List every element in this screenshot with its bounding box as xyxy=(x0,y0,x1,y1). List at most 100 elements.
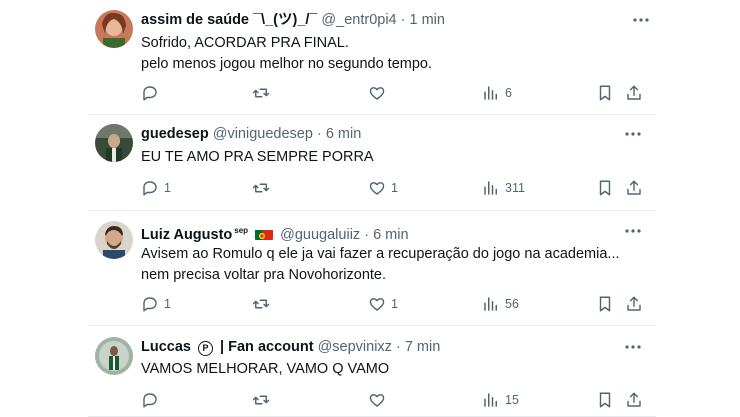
reply-icon xyxy=(143,86,157,101)
bookmark-icon xyxy=(599,296,611,312)
view-count: 311 xyxy=(505,181,525,195)
reply-icon xyxy=(143,181,157,196)
display-name[interactable]: Luiz Augusto xyxy=(141,227,232,243)
repost-icon xyxy=(252,88,270,98)
timestamp[interactable]: 6 min xyxy=(373,227,408,243)
bookmark-button[interactable] xyxy=(596,177,614,199)
repost-button[interactable] xyxy=(252,293,275,315)
display-name[interactable]: assim de saúde ¯\_(ツ)_/¯ xyxy=(141,12,317,28)
reply-icon xyxy=(143,393,157,408)
share-button[interactable] xyxy=(625,293,643,315)
post-text-line: Sofrido, ACORDAR PRA FINAL. xyxy=(141,35,349,51)
post[interactable]: Luiz Augusto sep @guugaluiiz · 6 min Avis… xyxy=(88,210,656,326)
like-button[interactable]: 1 xyxy=(368,177,398,199)
reply-count: 1 xyxy=(164,181,171,195)
post-header: Luiz Augusto sep @guugaluiiz · 6 min xyxy=(141,221,409,243)
bookmark-icon xyxy=(599,85,611,101)
display-name[interactable]: guedesep xyxy=(141,126,209,142)
like-icon xyxy=(369,87,385,100)
post[interactable]: guedesep @viniguedesep · 6 min EU TE AMO… xyxy=(88,114,656,211)
name-badge: sep xyxy=(234,226,249,235)
reply-button[interactable]: 1 xyxy=(141,177,171,199)
repost-icon xyxy=(252,395,270,405)
views-icon xyxy=(484,297,497,311)
views-icon xyxy=(484,393,497,407)
post[interactable]: Luccas P | Fan account @sepvinixz · 7 mi… xyxy=(88,325,656,417)
post-text: Avisem ao Romulo q ele ja vai fazer a re… xyxy=(141,244,620,286)
bookmark-button[interactable] xyxy=(596,293,614,315)
post[interactable]: assim de saúde ¯\_(ツ)_/¯ @_entr0pi4 · 1 … xyxy=(88,0,656,115)
repost-icon xyxy=(252,183,270,193)
views-button[interactable]: 311 xyxy=(482,177,525,199)
post-text: Sofrido, ACORDAR PRA FINAL. pelo menos j… xyxy=(141,33,432,75)
action-bar: 6 xyxy=(134,82,654,104)
view-count: 15 xyxy=(505,393,519,407)
avatar[interactable] xyxy=(95,221,133,259)
timestamp[interactable]: 1 min xyxy=(410,12,445,28)
bookmark-icon xyxy=(599,392,611,408)
views-icon xyxy=(484,86,497,100)
user-handle[interactable]: @guugaluiiz xyxy=(280,227,360,243)
like-button[interactable] xyxy=(368,82,391,104)
bookmark-button[interactable] xyxy=(596,82,614,104)
more-icon[interactable] xyxy=(624,338,642,356)
action-bar: 1 1 56 xyxy=(134,293,654,315)
share-button[interactable] xyxy=(625,177,643,199)
post-text-line: VAMOS MELHORAR, VAMO Q VAMO xyxy=(141,361,390,377)
timeline-feed: assim de saúde ¯\_(ツ)_/¯ @_entr0pi4 · 1 … xyxy=(0,0,740,417)
post-text-line: pelo menos jogou melhor no segundo tempo… xyxy=(141,56,432,72)
action-bar: 15 xyxy=(134,389,654,411)
reply-button[interactable] xyxy=(141,82,164,104)
action-bar: 1 1 311 xyxy=(134,177,654,199)
repost-button[interactable] xyxy=(252,82,275,104)
repost-button[interactable] xyxy=(252,177,275,199)
display-name[interactable]: Luccas xyxy=(141,339,191,355)
like-button[interactable]: 1 xyxy=(368,293,398,315)
views-button[interactable]: 15 xyxy=(482,389,519,411)
repost-button[interactable] xyxy=(252,389,275,411)
more-icon[interactable] xyxy=(632,11,650,29)
avatar[interactable] xyxy=(95,337,133,375)
post-text-line: nem precisa voltar pra Novohorizonte. xyxy=(141,267,387,283)
view-count: 6 xyxy=(505,86,512,100)
like-icon xyxy=(369,182,385,195)
post-header: Luccas P | Fan account @sepvinixz · 7 mi… xyxy=(141,337,440,357)
more-icon[interactable] xyxy=(624,222,642,240)
views-button[interactable]: 6 xyxy=(482,82,512,104)
palmeiras-badge-icon: P xyxy=(198,341,214,356)
view-count: 56 xyxy=(505,297,519,311)
separator: · xyxy=(400,12,406,28)
share-icon xyxy=(627,392,641,407)
user-handle[interactable]: @_entr0pi4 xyxy=(321,12,396,28)
like-icon xyxy=(369,298,385,311)
timestamp[interactable]: 7 min xyxy=(405,339,440,355)
bookmark-icon xyxy=(599,180,611,196)
post-text-line: EU TE AMO PRA SEMPRE PORRA xyxy=(141,149,374,165)
user-handle[interactable]: @sepvinixz xyxy=(318,339,392,355)
reply-button[interactable]: 1 xyxy=(141,293,171,315)
like-button[interactable] xyxy=(368,389,391,411)
like-icon xyxy=(369,394,385,407)
display-name-suffix[interactable]: | Fan account xyxy=(220,339,314,355)
avatar[interactable] xyxy=(95,124,133,162)
avatar[interactable] xyxy=(95,10,133,48)
post-text-line: Avisem ao Romulo q ele ja vai fazer a re… xyxy=(141,246,620,262)
like-count: 1 xyxy=(391,181,398,195)
repost-icon xyxy=(252,299,270,309)
share-button[interactable] xyxy=(625,389,643,411)
reply-button[interactable] xyxy=(141,389,164,411)
separator: · xyxy=(316,126,322,142)
separator: · xyxy=(364,226,370,243)
share-icon xyxy=(627,85,641,100)
reply-icon xyxy=(143,297,157,312)
share-icon xyxy=(627,180,641,195)
bookmark-button[interactable] xyxy=(596,389,614,411)
more-icon[interactable] xyxy=(624,125,642,143)
timestamp[interactable]: 6 min xyxy=(326,126,361,142)
post-header: guedesep @viniguedesep · 6 min xyxy=(141,124,361,144)
reply-count: 1 xyxy=(164,297,171,311)
views-button[interactable]: 56 xyxy=(482,293,519,315)
user-handle[interactable]: @viniguedesep xyxy=(213,126,313,142)
like-count: 1 xyxy=(391,297,398,311)
share-button[interactable] xyxy=(625,82,643,104)
